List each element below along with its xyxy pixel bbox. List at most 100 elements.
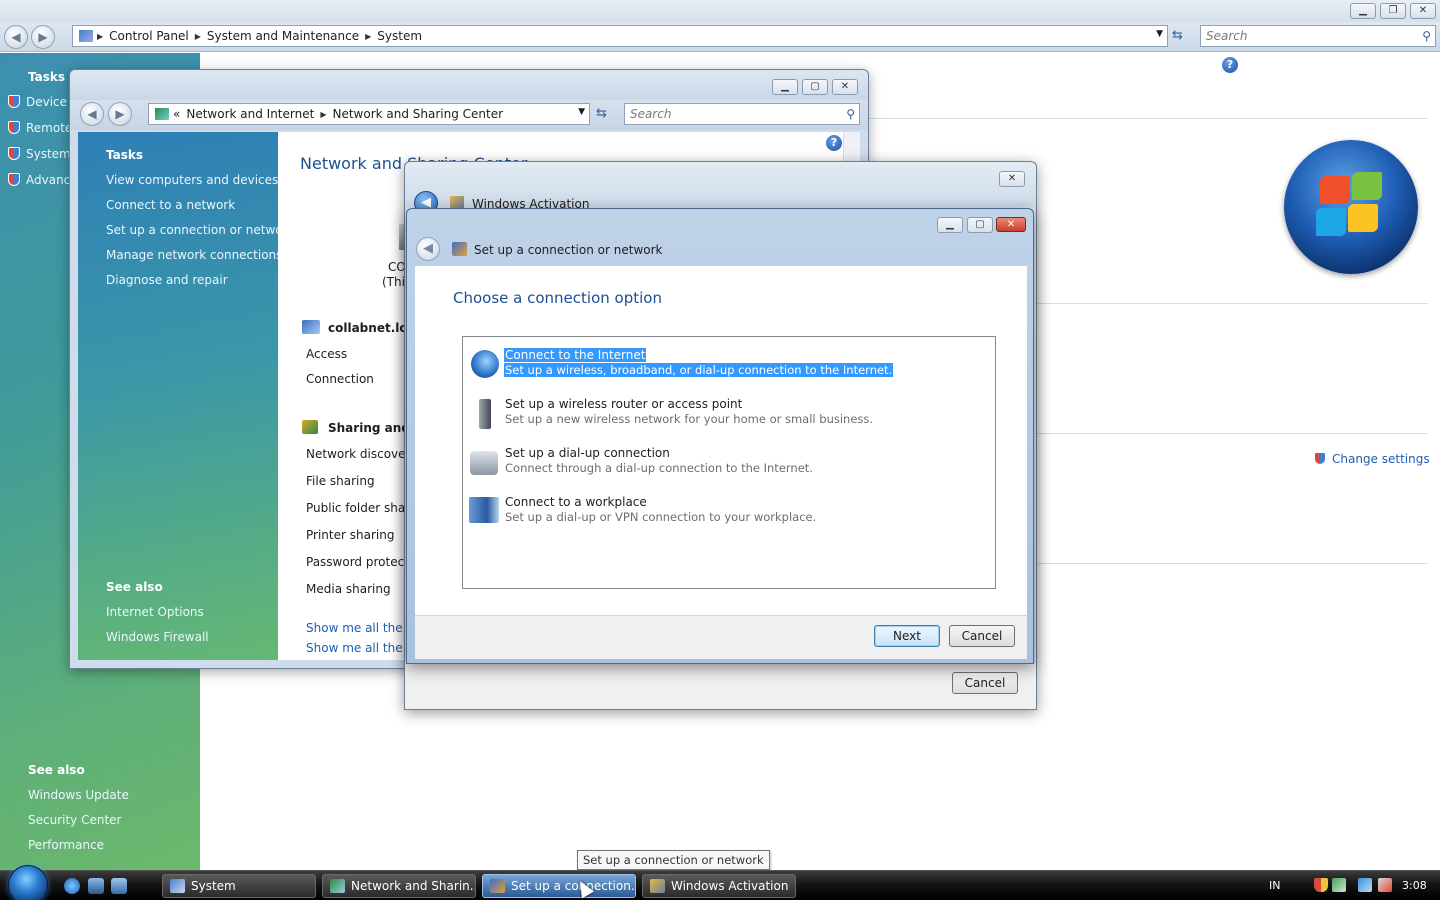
help-icon[interactable]: ? [1222, 57, 1238, 73]
divider [1036, 563, 1428, 564]
clock[interactable]: 3:08 [1402, 879, 1427, 892]
breadcrumb-control-panel[interactable]: Control Panel [109, 29, 189, 43]
sidebar-item-view-computers[interactable]: View computers and devices [106, 173, 278, 187]
close-button[interactable]: ✕ [999, 171, 1025, 187]
system-titlebar: ▁ ❐ ✕ [0, 0, 1440, 22]
maximize-button[interactable]: ▢ [967, 217, 993, 233]
address-field[interactable]: ▶ Control Panel ▶ System and Maintenance… [72, 25, 1168, 47]
divider [868, 118, 1428, 119]
activation-icon [650, 879, 665, 893]
network-icon [330, 879, 345, 893]
back-arrow-icon[interactable]: ◀ [416, 237, 440, 261]
search-input[interactable]: Search ⚲ [624, 103, 860, 125]
connection-titlebar: ▁ ▢ ✕ ◀ Set up a connection or network [407, 209, 1033, 265]
change-settings-link[interactable]: Change settings [1314, 452, 1430, 466]
scrollbar[interactable] [843, 132, 860, 162]
activation-cancel-button[interactable]: Cancel [952, 672, 1018, 694]
sidebar-link-performance[interactable]: Performance [28, 838, 104, 852]
switch-windows-icon[interactable] [111, 878, 127, 894]
network-setup-icon [490, 879, 505, 893]
sidebar-link-windows-update[interactable]: Windows Update [28, 788, 129, 802]
restore-button[interactable]: ❐ [1380, 3, 1406, 19]
chevron-down-icon[interactable]: ▼ [578, 107, 585, 117]
sidebar-item-connect-network[interactable]: Connect to a network [106, 198, 235, 212]
option-wireless-router[interactable]: Set up a wireless router or access point… [467, 397, 987, 433]
chevron-right-icon: ▶ [97, 31, 104, 41]
chevron-right-icon: ▶ [194, 31, 201, 41]
phone-icon [470, 451, 498, 475]
option-description: Connect through a dial-up connection to … [505, 461, 813, 475]
taskbar-button-windows-activation[interactable]: Windows Activation [642, 874, 796, 898]
breadcrumb-network-sharing-center[interactable]: Network and Sharing Center [332, 107, 503, 121]
back-button[interactable]: ◀ [4, 25, 28, 49]
sidebar-item-system-protection[interactable]: System [8, 147, 71, 161]
control-panel-icon [79, 30, 93, 42]
windows-logo [1284, 140, 1418, 274]
network-icon [155, 108, 169, 120]
breadcrumb-system[interactable]: System [377, 29, 422, 43]
sidebar-link-security-center[interactable]: Security Center [28, 813, 121, 827]
start-button[interactable] [8, 865, 48, 900]
taskbar: System Network and Sharin... Set up a co… [0, 865, 1440, 900]
next-button[interactable]: Next [874, 625, 940, 647]
search-icon[interactable]: ⚲ [846, 107, 855, 121]
minimize-button[interactable]: ▁ [937, 217, 963, 233]
option-connect-internet[interactable]: Connect to the Internet Set up a wireles… [467, 348, 987, 384]
breadcrumb-network-internet[interactable]: Network and Internet [186, 107, 314, 121]
search-input[interactable]: Search ⚲ [1200, 25, 1436, 47]
option-workplace[interactable]: Connect to a workplace Set up a dial-up … [467, 495, 987, 531]
sidebar-item-manage-connections[interactable]: Manage network connections [106, 248, 282, 262]
back-button[interactable]: ◀ [80, 102, 104, 126]
system-icon [170, 879, 185, 893]
sidebar-link-internet-options[interactable]: Internet Options [106, 605, 204, 619]
cancel-button[interactable]: Cancel [949, 625, 1015, 647]
forward-button[interactable]: ▶ [31, 25, 55, 49]
address-field[interactable]: « Network and Internet ▶ Network and Sha… [148, 103, 590, 125]
help-icon[interactable]: ? [826, 135, 842, 151]
close-button[interactable]: ✕ [996, 217, 1026, 232]
refresh-icon[interactable]: ⇆ [1172, 28, 1183, 43]
overflow-chevron-icon[interactable]: « [173, 107, 180, 121]
show-desktop-icon[interactable] [88, 878, 104, 894]
windows-update-icon[interactable] [1332, 878, 1346, 892]
connection-option-list: Connect to the Internet Set up a wireles… [462, 336, 996, 589]
volume-muted-icon[interactable] [1378, 878, 1392, 892]
chevron-right-icon: ▶ [365, 31, 372, 41]
sidebar-item-remote[interactable]: Remote [8, 121, 72, 135]
language-indicator[interactable]: IN [1269, 879, 1280, 892]
search-icon[interactable]: ⚲ [1422, 29, 1431, 43]
option-dial-up[interactable]: Set up a dial-up connection Connect thro… [467, 446, 987, 482]
chevron-down-icon[interactable]: ▼ [1156, 29, 1163, 39]
sidebar-link-windows-firewall[interactable]: Windows Firewall [106, 630, 209, 644]
refresh-icon[interactable]: ⇆ [596, 106, 607, 121]
nsc-address-bar: ◀ ▶ « Network and Internet ▶ Network and… [70, 100, 868, 130]
taskbar-button-setup-connection[interactable]: Set up a connection... [482, 874, 636, 898]
media-sharing-label: Media sharing [306, 582, 391, 596]
taskbar-tooltip: Set up a connection or network [577, 850, 770, 870]
option-title: Set up a wireless router or access point [505, 397, 743, 411]
see-also-heading: See also [106, 580, 163, 594]
shield-icon [1314, 452, 1326, 465]
access-label: Access [306, 347, 348, 361]
breadcrumb-system-maintenance[interactable]: System and Maintenance [207, 29, 359, 43]
minimize-button[interactable]: ▁ [1350, 3, 1376, 19]
close-button[interactable]: ✕ [832, 79, 858, 95]
connection-body: Choose a connection option Connect to th… [415, 266, 1027, 615]
sidebar-item-advanced[interactable]: Advanc [8, 173, 70, 187]
close-button[interactable]: ✕ [1410, 3, 1436, 19]
security-shield-icon[interactable] [1314, 878, 1328, 892]
tasks-heading: Tasks [28, 70, 66, 84]
network-status-icon[interactable] [1358, 878, 1372, 892]
forward-button[interactable]: ▶ [108, 102, 132, 126]
taskbar-button-system[interactable]: System [162, 874, 316, 898]
maximize-button[interactable]: ▢ [802, 79, 828, 95]
taskbar-button-network-sharing[interactable]: Network and Sharin... [322, 874, 476, 898]
internet-explorer-icon[interactable] [64, 878, 80, 894]
divider [1036, 433, 1428, 434]
shield-icon [8, 95, 20, 108]
sidebar-item-setup-connection[interactable]: Set up a connection or network [106, 223, 294, 237]
sidebar-item-diagnose-repair[interactable]: Diagnose and repair [106, 273, 228, 287]
minimize-button[interactable]: ▁ [772, 79, 798, 95]
printer-sharing-label: Printer sharing [306, 528, 395, 542]
sharing-icon [302, 420, 318, 434]
